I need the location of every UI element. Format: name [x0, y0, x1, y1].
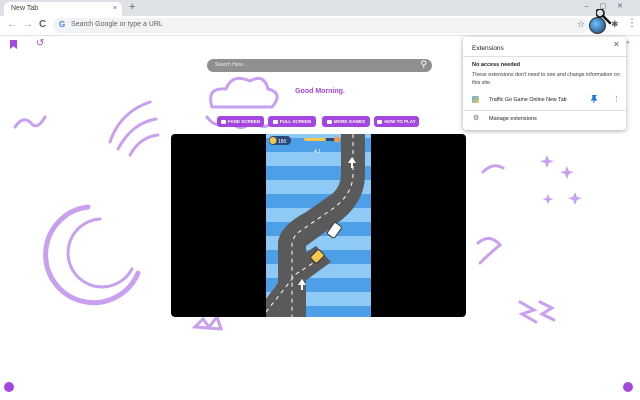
settings-icon[interactable]	[4, 382, 14, 392]
bookmark-star-icon[interactable]: ☆	[577, 19, 585, 30]
tab-strip: New Tab × + –▢✕	[0, 0, 640, 16]
no-access-description: These extensions don't need to see and c…	[472, 72, 620, 86]
extension-more-icon[interactable]: ⋮	[613, 95, 620, 103]
close-popup-icon[interactable]: ✕	[613, 40, 620, 49]
magnifier-icon	[596, 9, 612, 25]
tab-new-tab[interactable]: New Tab ×	[4, 2, 122, 16]
info-badge-icon[interactable]	[623, 382, 633, 392]
how-to-play-button[interactable]: HOW TO PLAY	[374, 116, 419, 127]
manage-extensions-link[interactable]: Manage extensions	[489, 116, 537, 122]
game-frame[interactable]: 180 4 1	[171, 134, 466, 317]
info-icon	[377, 119, 383, 124]
game-score: 180	[278, 139, 287, 145]
no-access-heading: No access needed	[472, 62, 520, 68]
gamepad-icon	[326, 119, 332, 124]
full-screen-label: FULL SCREEN	[279, 119, 312, 124]
divider	[463, 56, 626, 57]
page-search-input[interactable]: Search Here... ⚲	[207, 59, 432, 72]
back-icon[interactable]: ←	[7, 20, 17, 30]
page-search-placeholder: Search Here...	[215, 62, 248, 68]
omnibox-placeholder: Search Google or type a URL	[71, 21, 163, 28]
google-icon: G	[59, 20, 66, 29]
search-icon[interactable]: ⚲	[420, 59, 427, 70]
tab-title: New Tab	[11, 5, 39, 12]
browser-toolbar: ← → C G Search Google or type a URL ☆ ✱ …	[0, 16, 640, 36]
more-games-button[interactable]: MORE GAMES	[322, 116, 370, 127]
fade-icon	[220, 119, 226, 124]
more-games-label: MORE GAMES	[333, 119, 366, 124]
gear-icon: ⚙	[473, 115, 480, 122]
history-icon[interactable]: ↺	[36, 38, 44, 49]
game-level: 4 1	[314, 149, 321, 155]
game-canvas[interactable]: 180 4 1	[266, 134, 371, 317]
traffic-go-extension-icon	[472, 96, 479, 103]
browser-menu-icon[interactable]: ⋮	[627, 18, 637, 29]
fullscreen-icon	[272, 119, 278, 124]
close-tab-icon[interactable]: ×	[113, 5, 117, 12]
forward-icon[interactable]: →	[23, 20, 33, 30]
new-tab-button[interactable]: +	[129, 2, 135, 13]
extension-item-label[interactable]: Traffic Go Game Online New Tab	[489, 97, 567, 103]
pin-glyph-icon	[591, 95, 597, 104]
omnibox[interactable]: G Search Google or type a URL ☆	[53, 18, 589, 33]
divider	[463, 110, 626, 111]
fade-screen-label: FADE SCREEN	[227, 119, 260, 124]
extensions-title: Extensions	[472, 45, 504, 52]
fade-screen-button[interactable]: FADE SCREEN	[217, 116, 264, 127]
reload-icon[interactable]: C	[39, 20, 46, 30]
how-to-play-label: HOW TO PLAY	[384, 119, 416, 124]
pin-icon[interactable]	[591, 95, 598, 105]
extensions-popup: Extensions ✕ No access needed These exte…	[463, 37, 626, 130]
full-screen-button[interactable]: FULL SCREEN	[268, 116, 316, 127]
